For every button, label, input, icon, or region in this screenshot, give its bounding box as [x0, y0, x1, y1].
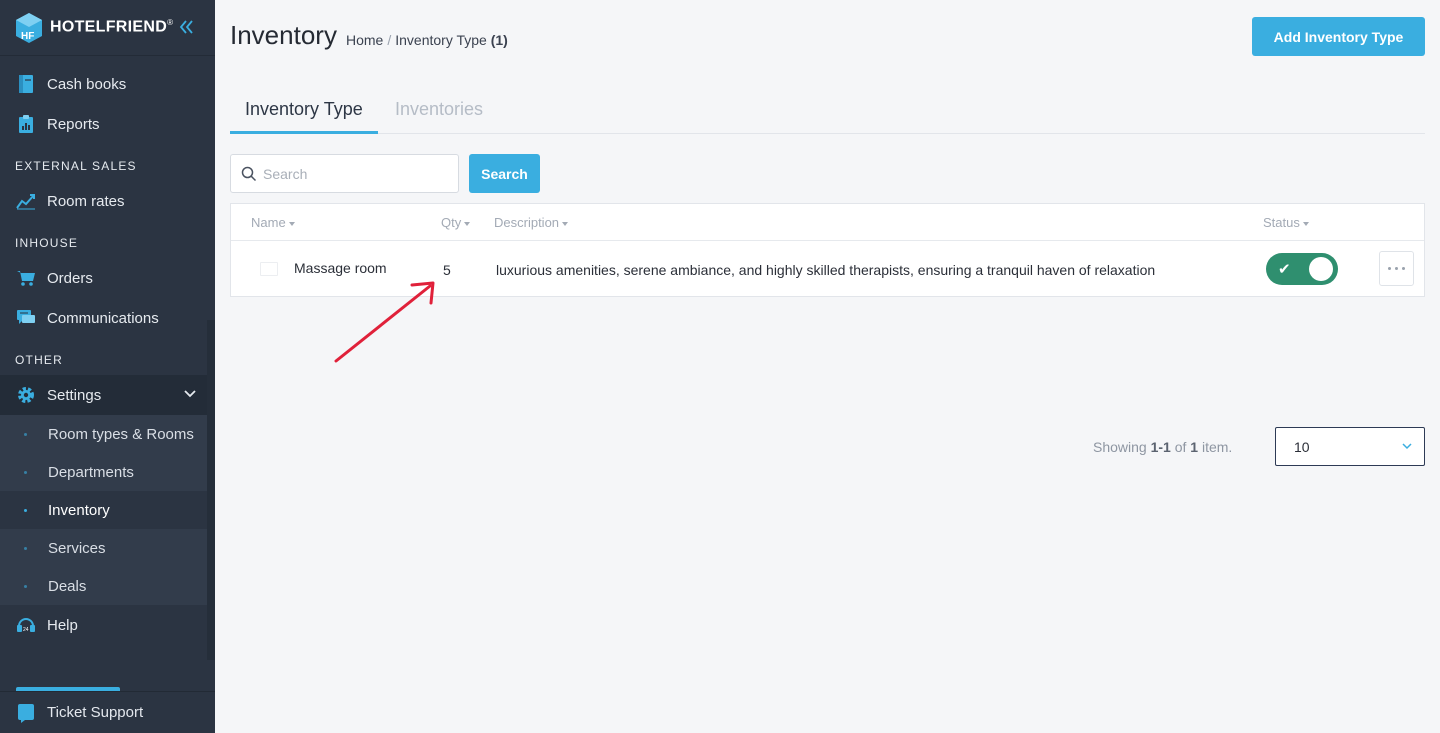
- search-field[interactable]: [230, 154, 459, 193]
- tab-inventories[interactable]: Inventories: [380, 90, 498, 134]
- chevron-double-left-icon: [179, 20, 193, 34]
- collapse-sidebar-button[interactable]: [178, 17, 198, 37]
- more-dots-icon: [1402, 267, 1405, 270]
- sidebar-subitem-label: Departments: [48, 463, 134, 481]
- name-cell: Massage room: [294, 260, 387, 276]
- chevron-down-icon: [1402, 443, 1412, 450]
- row-actions-button[interactable]: [1379, 251, 1414, 286]
- svg-text:HF: HF: [21, 31, 34, 42]
- more-dots-icon: [1395, 267, 1398, 270]
- brand-name: HOTELFRIEND®: [50, 18, 174, 36]
- sidebar-item-label: Communications: [47, 309, 159, 327]
- tab-inventory-type[interactable]: Inventory Type: [230, 90, 378, 134]
- sidebar-item-reports[interactable]: Reports: [0, 104, 207, 144]
- cart-icon: [16, 268, 36, 288]
- column-header-qty[interactable]: Qty: [441, 215, 471, 230]
- cash-book-icon: [16, 74, 36, 94]
- page-title: Inventory: [230, 20, 337, 50]
- sort-caret-icon: [288, 221, 295, 226]
- column-header-name[interactable]: Name: [251, 215, 295, 230]
- column-header-description[interactable]: Description: [494, 215, 569, 230]
- toggle-knob: [1309, 257, 1333, 281]
- sidebar-subitem-deals[interactable]: Deals: [0, 567, 207, 605]
- breadcrumb-separator: /: [387, 32, 392, 48]
- breadcrumb: Home / Inventory Type (1): [346, 32, 508, 48]
- tab-bar: Inventory Type Inventories: [230, 90, 1425, 134]
- breadcrumb-current: Inventory Type: [395, 32, 487, 48]
- table-row[interactable]: Massage room 5 luxurious amenities, sere…: [231, 241, 1424, 297]
- bullet-dot-icon: [24, 509, 27, 512]
- sidebar-subitem-label: Room types & Rooms: [48, 425, 194, 443]
- sidebar-item-cash-books[interactable]: Cash books: [0, 64, 207, 104]
- sidebar-item-room-rates[interactable]: Room rates: [0, 181, 207, 221]
- reports-icon: [16, 114, 36, 134]
- sidebar-item-label: Help: [47, 616, 78, 634]
- sidebar-item-label: Settings: [47, 386, 102, 404]
- sort-caret-icon: [464, 221, 471, 226]
- per-page-select[interactable]: 10: [1275, 427, 1425, 466]
- bullet-dot-icon: [24, 433, 27, 436]
- sidebar-subitem-label: Deals: [48, 577, 87, 595]
- qty-cell: 5: [443, 262, 451, 278]
- search-button[interactable]: Search: [469, 154, 540, 193]
- table-header: Name Qty Description Status: [231, 204, 1424, 241]
- svg-text:24: 24: [23, 627, 29, 633]
- headset-icon: 24: [16, 615, 36, 635]
- search-icon: [241, 166, 257, 181]
- sort-caret-icon: [562, 221, 569, 226]
- gear-icon: [16, 385, 36, 405]
- section-label-inhouse: INHOUSE: [15, 236, 79, 250]
- column-header-status[interactable]: Status: [1263, 215, 1309, 230]
- main-content: Inventory Home / Inventory Type (1) Add In…: [215, 0, 1440, 733]
- check-icon: ✔: [1278, 261, 1291, 278]
- sidebar-item-orders[interactable]: Orders: [0, 258, 207, 298]
- sidebar-subitem-departments[interactable]: Departments: [0, 453, 207, 491]
- bullet-dot-icon: [24, 547, 27, 550]
- more-dots-icon: [1388, 267, 1391, 270]
- pagination-summary: Showing 1-1 of 1 item.: [1093, 439, 1233, 455]
- bullet-dot-icon: [24, 471, 27, 474]
- chart-line-icon: [16, 191, 36, 211]
- section-label-external-sales: EXTERNAL SALES: [15, 159, 137, 173]
- sidebar-item-help[interactable]: 24 Help: [0, 605, 207, 645]
- ticket-support-label: Ticket Support: [47, 704, 144, 721]
- sidebar-item-label: Orders: [47, 269, 93, 287]
- breadcrumb-home[interactable]: Home: [346, 32, 383, 48]
- sidebar-subitem-room-types[interactable]: Room types & Rooms: [0, 415, 207, 453]
- item-thumbnail-image: [260, 262, 278, 276]
- breadcrumb-count: (1): [490, 32, 508, 48]
- ticket-icon: [16, 703, 36, 723]
- sidebar-item-communications[interactable]: Communications: [0, 298, 207, 338]
- description-cell: luxurious amenities, serene ambiance, an…: [496, 262, 1156, 278]
- inventory-type-table: Name Qty Description Status Massage room…: [230, 203, 1425, 297]
- chat-icon: [16, 308, 36, 328]
- per-page-value: 10: [1294, 438, 1310, 455]
- chevron-down-icon: [184, 390, 196, 398]
- sidebar-item-label: Cash books: [47, 75, 127, 93]
- bullet-dot-icon: [24, 585, 27, 588]
- ticket-support-button[interactable]: Ticket Support: [0, 691, 215, 733]
- sidebar-subitem-services[interactable]: Services: [0, 529, 207, 567]
- sidebar-item-label: Reports: [47, 115, 100, 133]
- sidebar-subitem-label: Services: [48, 539, 106, 557]
- sidebar-item-settings[interactable]: Settings: [0, 375, 207, 415]
- logo-cube-icon: HF: [16, 12, 42, 43]
- sidebar-subitem-label: Inventory: [48, 501, 110, 519]
- sidebar-scrollbar[interactable]: [207, 320, 215, 660]
- sort-caret-icon: [1302, 221, 1309, 226]
- search-input[interactable]: [263, 165, 453, 182]
- sidebar-item-label: Room rates: [47, 192, 125, 210]
- section-label-other: OTHER: [15, 353, 63, 367]
- add-inventory-type-button[interactable]: Add Inventory Type: [1252, 17, 1425, 56]
- sidebar: HF HOTELFRIEND® Cash books Reports EXTER…: [0, 0, 215, 733]
- sidebar-subitem-inventory[interactable]: Inventory: [0, 491, 207, 529]
- status-toggle[interactable]: ✔: [1266, 253, 1338, 285]
